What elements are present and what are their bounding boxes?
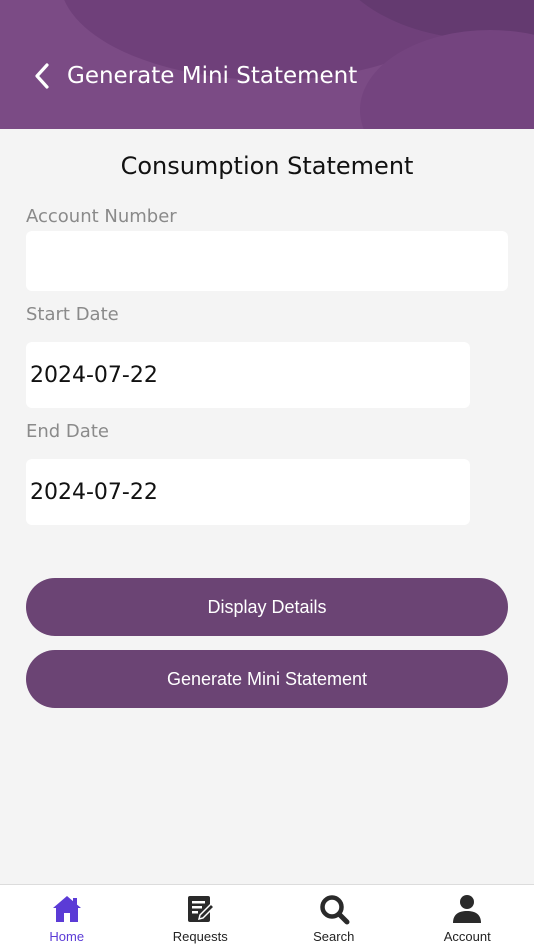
start-date-field[interactable]: 2024-07-22 xyxy=(26,342,470,408)
end-date-field[interactable]: 2024-07-22 xyxy=(26,459,470,525)
nav-item-search[interactable]: Search xyxy=(267,885,401,950)
screen: Generate Mini Statement Consumption Stat… xyxy=(0,0,534,950)
bottom-nav: Home Requests Search Account xyxy=(0,884,534,950)
nav-label-search: Search xyxy=(313,929,355,944)
nav-label-home: Home xyxy=(49,929,85,944)
search-icon xyxy=(320,895,350,925)
nav-label-requests: Requests xyxy=(172,929,228,944)
start-date-label: Start Date xyxy=(26,304,119,325)
section-title: Consumption Statement xyxy=(120,152,414,180)
account-number-label: Account Number xyxy=(26,206,177,227)
page-title: Generate Mini Statement xyxy=(67,63,358,89)
generate-mini-statement-button[interactable]: Generate Mini Statement xyxy=(26,650,508,708)
nav-item-home[interactable]: Home xyxy=(0,885,134,950)
nav-item-requests[interactable]: Requests xyxy=(134,885,268,950)
nav-label-account: Account xyxy=(443,929,491,944)
account-number-input[interactable] xyxy=(26,231,508,291)
end-date-label: End Date xyxy=(26,421,109,442)
back-button[interactable] xyxy=(26,58,58,94)
nav-item-account[interactable]: Account xyxy=(401,885,534,950)
display-details-button[interactable]: Display Details xyxy=(26,578,508,636)
chevron-left-icon xyxy=(35,63,49,89)
user-icon xyxy=(453,895,482,923)
home-icon xyxy=(52,896,81,922)
edit-document-icon xyxy=(188,896,216,922)
end-date-value: 2024-07-22 xyxy=(30,479,158,505)
start-date-value: 2024-07-22 xyxy=(30,362,158,388)
app-header: Generate Mini Statement xyxy=(0,0,534,129)
